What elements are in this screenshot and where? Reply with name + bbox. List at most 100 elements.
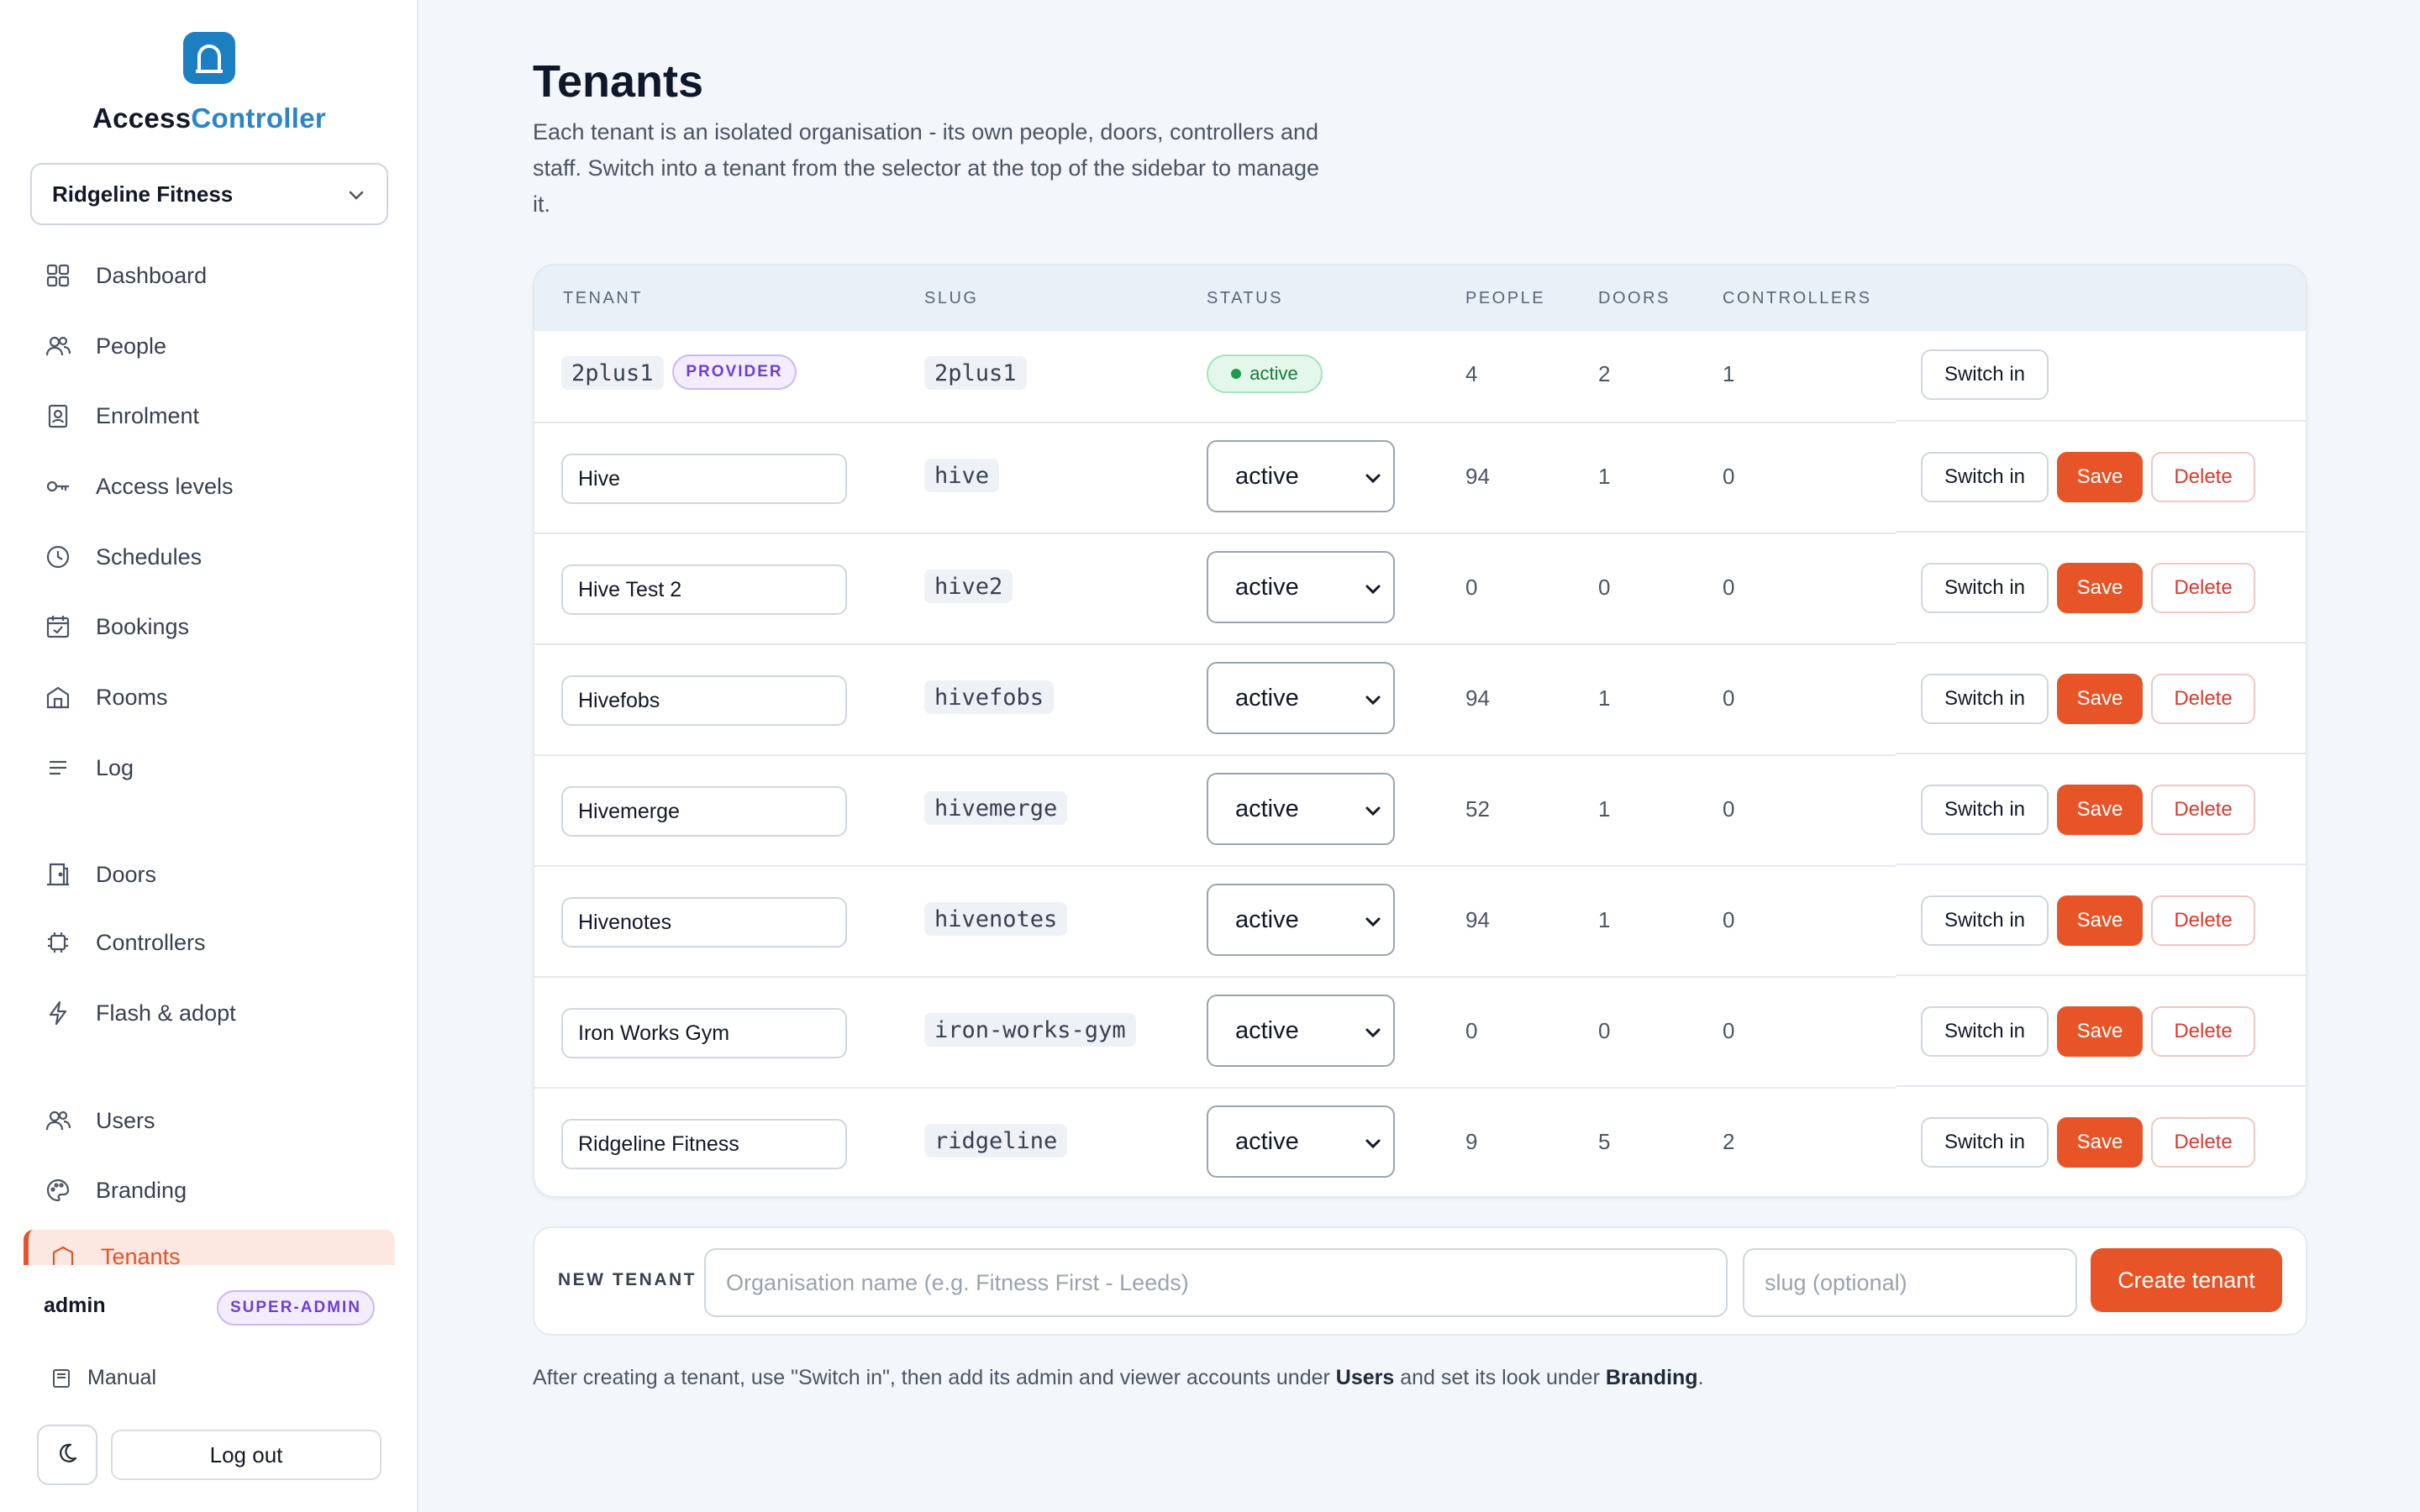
sidebar-item-log[interactable]: Log: [24, 741, 395, 795]
tenant-selector[interactable]: Ridgeline Fitness: [30, 163, 388, 225]
save-button[interactable]: Save: [2057, 895, 2143, 946]
palette-icon: [44, 1176, 72, 1205]
tenant-name-input[interactable]: Hive: [561, 454, 847, 504]
slug-input[interactable]: slug (optional): [1743, 1248, 2077, 1317]
tenant-slug: hive: [924, 459, 1000, 492]
sidebar-item-controllers[interactable]: Controllers: [24, 916, 395, 969]
row-divider: [1896, 642, 2306, 643]
sidebar-item-dashboard[interactable]: Dashboard: [24, 249, 395, 302]
switch-in-button[interactable]: Switch in: [1921, 1117, 2049, 1168]
sidebar-item-label: Dashboard: [96, 262, 208, 288]
chevron-down-icon: [346, 185, 366, 211]
delete-button[interactable]: Delete: [2151, 674, 2255, 724]
new-tenant-form: NEW TENANT Organisation name (e.g. Fitne…: [533, 1226, 2307, 1336]
tenant-name-input[interactable]: Ridgeline Fitness: [561, 1119, 847, 1169]
table-row: Iron Works Gym iron-works-gym active 0 0 0 Swi…: [534, 974, 2306, 1087]
people-count: 0: [1465, 1018, 1478, 1043]
status-select[interactable]: active: [1207, 440, 1395, 512]
delete-button[interactable]: Delete: [2151, 563, 2255, 613]
sidebar-item-bookings[interactable]: Bookings: [24, 600, 395, 654]
manual-label: Manual: [87, 1366, 156, 1389]
users-icon: [44, 1106, 72, 1135]
status-select[interactable]: active: [1207, 551, 1395, 623]
create-tenant-button[interactable]: Create tenant: [2091, 1248, 2282, 1312]
tenant-slug: hive2: [924, 570, 1013, 603]
status-select[interactable]: active: [1207, 995, 1395, 1067]
sidebar-item-access-levels[interactable]: Access levels: [24, 459, 395, 513]
status-select[interactable]: active: [1207, 1105, 1395, 1178]
table-row: Hive Test 2 hive2 active 0 0 0 Switch in Save De…: [534, 531, 2306, 643]
status-select[interactable]: active: [1207, 662, 1395, 734]
status-select[interactable]: active: [1207, 773, 1395, 845]
sidebar-item-schedules[interactable]: Schedules: [24, 530, 395, 584]
switch-in-button[interactable]: Switch in: [1921, 674, 2049, 724]
provider-badge: PROVIDER: [672, 354, 797, 390]
tenant-selector-value: Ridgeline Fitness: [52, 181, 234, 207]
save-button[interactable]: Save: [2057, 1006, 2143, 1057]
save-button[interactable]: Save: [2057, 785, 2143, 835]
status-dot-icon: [1231, 369, 1242, 379]
manual-link[interactable]: Manual: [50, 1366, 156, 1390]
delete-button[interactable]: Delete: [2151, 785, 2255, 835]
help-text-3: .: [1697, 1366, 1704, 1389]
status-select-value: active: [1235, 1127, 1299, 1155]
sidebar-item-label: Users: [96, 1107, 155, 1133]
switch-in-button[interactable]: Switch in: [1921, 452, 2049, 502]
row-divider: [534, 533, 1896, 534]
tenant-slug: hivefobs: [924, 680, 1055, 714]
room-icon: [44, 683, 72, 711]
tenant-name: 2plus1: [561, 356, 664, 390]
sidebar-item-label: Branding: [96, 1177, 187, 1203]
row-divider: [1896, 753, 2306, 754]
tenant-name-input[interactable]: Hivenotes: [561, 897, 847, 948]
row-divider: [534, 865, 1896, 867]
theme-toggle-button[interactable]: [37, 1425, 97, 1485]
sidebar-item-label: Controllers: [96, 929, 206, 955]
sidebar-item-flash-adopt[interactable]: Flash & adopt: [24, 986, 395, 1040]
status-select[interactable]: active: [1207, 884, 1395, 956]
col-controllers: CONTROLLERS: [1723, 289, 1872, 307]
status-select-value: active: [1235, 573, 1299, 601]
delete-button[interactable]: Delete: [2151, 895, 2255, 946]
col-people: PEOPLE: [1465, 289, 1546, 307]
delete-button[interactable]: Delete: [2151, 1006, 2255, 1057]
save-button[interactable]: Save: [2057, 1117, 2143, 1168]
status-select-value: active: [1235, 684, 1299, 711]
sidebar-item-label: Schedules: [96, 543, 203, 570]
tenant-name-input[interactable]: Hive Test 2: [561, 564, 847, 615]
table-row: Hivemerge hivemerge active 52 1 0 Switch in Sav…: [534, 753, 2306, 865]
row-divider: [1896, 420, 2306, 422]
switch-in-button[interactable]: Switch in: [1921, 563, 2049, 613]
sidebar-item-rooms[interactable]: Rooms: [24, 670, 395, 724]
save-button[interactable]: Save: [2057, 452, 2143, 502]
tenant-slug: hivemerge: [924, 791, 1068, 825]
save-button[interactable]: Save: [2057, 674, 2143, 724]
organisation-name-input[interactable]: Organisation name (e.g. Fitness First - …: [704, 1248, 1728, 1317]
switch-in-button[interactable]: Switch in: [1921, 895, 2049, 946]
logout-button[interactable]: Log out: [111, 1430, 381, 1480]
tenant-name-input[interactable]: Hivefobs: [561, 675, 847, 726]
switch-in-button[interactable]: Switch in: [1921, 1006, 2049, 1057]
row-divider: [1896, 864, 2306, 865]
help-note: After creating a tenant, use "Switch in"…: [533, 1366, 1704, 1390]
people-count: 94: [1465, 907, 1490, 932]
switch-in-button[interactable]: Switch in: [1921, 785, 2049, 835]
sidebar-item-label: Bookings: [96, 613, 190, 639]
sidebar-item-people[interactable]: People: [24, 319, 395, 373]
tenant-name-input[interactable]: Iron Works Gym: [561, 1008, 847, 1058]
sidebar-item-enrolment[interactable]: Enrolment: [24, 389, 395, 443]
people-icon: [44, 332, 72, 360]
tenant-name-input[interactable]: Hivemerge: [561, 786, 847, 837]
doors-count: 1: [1598, 685, 1611, 711]
sidebar-item-branding[interactable]: Branding: [24, 1163, 395, 1217]
sidebar-item-users[interactable]: Users: [24, 1094, 395, 1147]
delete-button[interactable]: Delete: [2151, 452, 2255, 502]
delete-button[interactable]: Delete: [2151, 1117, 2255, 1168]
sidebar-item-doors[interactable]: Doors: [24, 848, 395, 901]
save-button[interactable]: Save: [2057, 563, 2143, 613]
door-icon: [44, 860, 72, 889]
switch-in-button[interactable]: Switch in: [1921, 349, 2049, 400]
sidebar-item-label: Doors: [96, 861, 157, 887]
chevron-down-icon: [1363, 1132, 1383, 1160]
row-divider: [1896, 1085, 2306, 1087]
